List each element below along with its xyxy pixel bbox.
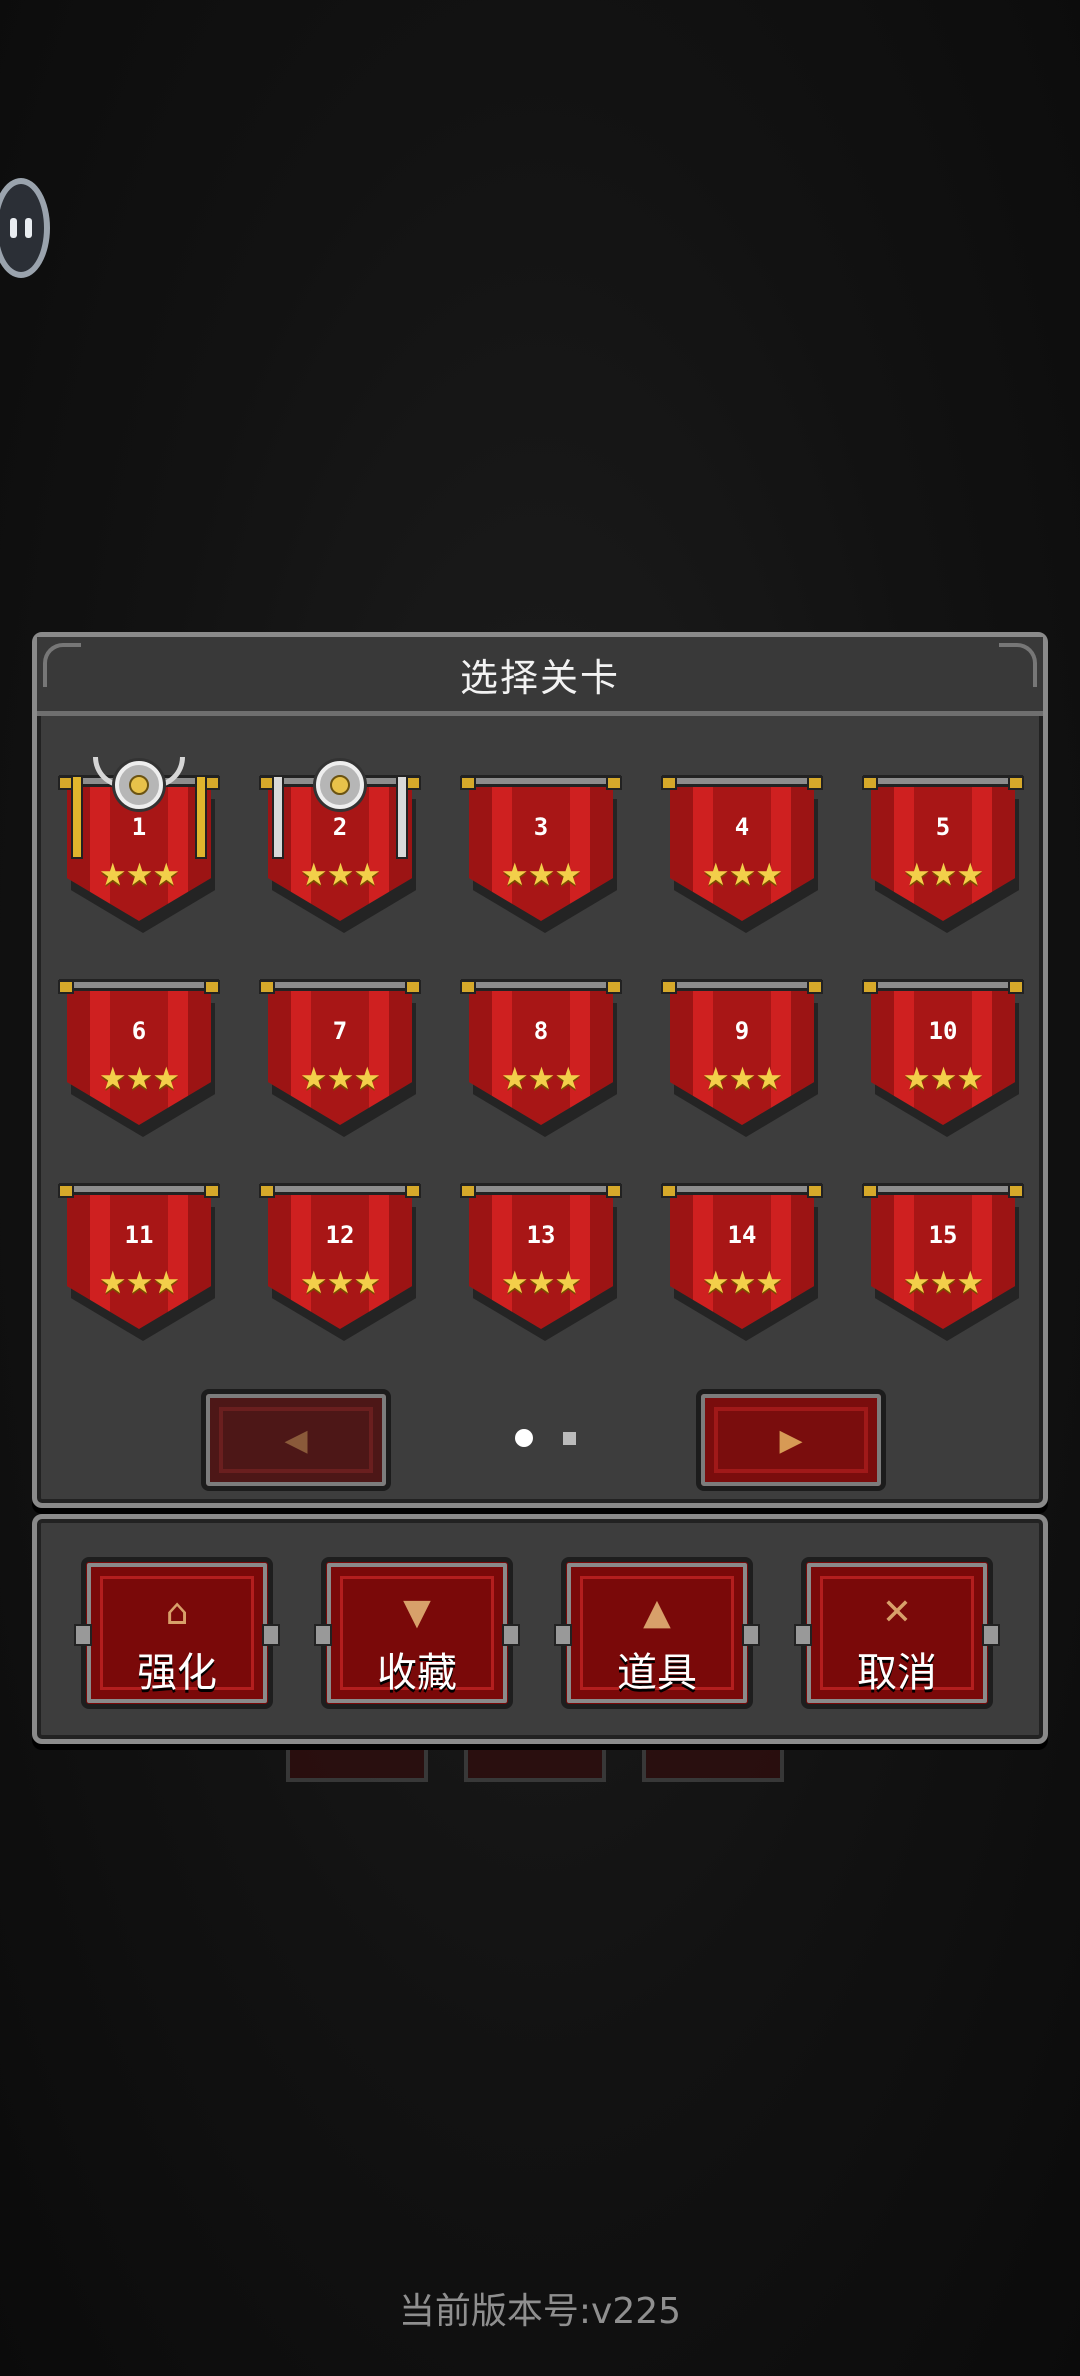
level-number: 14 <box>727 1221 757 1249</box>
level-banner-2[interactable]: 2 ★★★ <box>259 761 421 933</box>
star-rating: ★★★ <box>701 1061 783 1097</box>
star-rating: ★★★ <box>98 857 180 893</box>
star-rating: ★★★ <box>902 857 984 893</box>
cancel-button[interactable]: ✕ 取消 <box>794 1557 1000 1709</box>
banner-rod <box>259 1183 421 1198</box>
level-banner-11[interactable]: 11 ★★★ <box>58 1183 220 1341</box>
banner-rod <box>862 979 1024 994</box>
level-number: 12 <box>325 1221 355 1249</box>
star-rating: ★★★ <box>299 1061 381 1097</box>
page-dot <box>563 1431 576 1445</box>
star-rating: ★★★ <box>98 1061 180 1097</box>
upgrade-button[interactable]: ⌂ 强化 <box>74 1557 280 1709</box>
goblet-icon: ▼ <box>403 1592 431 1633</box>
close-icon: ✕ <box>881 1592 913 1633</box>
level-number: 8 <box>533 1017 549 1045</box>
collection-button[interactable]: ▼ 收藏 <box>314 1557 520 1709</box>
action-panel: ⌂ 强化 ▼ 收藏 ▲ 道具 ✕ 取消 <box>32 1514 1048 1744</box>
level-number: 5 <box>935 813 951 841</box>
items-label: 道具 <box>617 1650 697 1696</box>
banner-rod <box>259 979 421 994</box>
level-grid: 1 ★★★ 2 ★★★ 3 ★★★ 4 ★★★ 5 ★★★ 6 ★★★ 7 ★★★ 8 ★★★ 9 ★★★ 10 ★★… <box>58 757 1024 1341</box>
level-banner-7[interactable]: 7 ★★★ <box>259 979 421 1137</box>
level-number: 9 <box>734 1017 750 1045</box>
medal-icon <box>115 761 163 809</box>
upgrade-label: 强化 <box>137 1650 217 1696</box>
banner-rod <box>460 1183 622 1198</box>
level-banner-3[interactable]: 3 ★★★ <box>460 775 622 933</box>
level-number: 13 <box>526 1221 556 1249</box>
level-banner-13[interactable]: 13 ★★★ <box>460 1183 622 1341</box>
collection-label: 收藏 <box>377 1650 457 1696</box>
corner-ornament-icon <box>43 643 81 687</box>
level-banner-12[interactable]: 12 ★★★ <box>259 1183 421 1341</box>
level-number: 2 <box>332 813 348 841</box>
star-rating: ★★★ <box>299 857 381 893</box>
potion-icon: ▲ <box>643 1592 671 1633</box>
level-number: 15 <box>928 1221 958 1249</box>
level-number: 4 <box>734 813 750 841</box>
star-rating: ★★★ <box>299 1265 381 1301</box>
page-indicator <box>515 1429 576 1447</box>
banner-rod <box>58 1183 220 1198</box>
star-rating: ★★★ <box>98 1265 180 1301</box>
level-number: 3 <box>533 813 549 841</box>
action-bar: ⌂ 强化 ▼ 收藏 ▲ 道具 ✕ 取消 <box>74 1557 1000 1709</box>
banner-rod <box>661 775 823 790</box>
banner-rod <box>661 1183 823 1198</box>
level-number: 10 <box>928 1017 958 1045</box>
level-banner-15[interactable]: 15 ★★★ <box>862 1183 1024 1341</box>
level-number: 7 <box>332 1017 348 1045</box>
level-banner-14[interactable]: 14 ★★★ <box>661 1183 823 1341</box>
pager: ◀ ▶ <box>37 1389 1043 1491</box>
button-frame <box>714 1407 868 1473</box>
assistant-eye-icon <box>25 218 32 238</box>
medal-icon <box>316 761 364 809</box>
banner-rod <box>862 1183 1024 1198</box>
level-banner-1[interactable]: 1 ★★★ <box>58 757 220 933</box>
corner-ornament-icon <box>999 643 1037 687</box>
star-rating: ★★★ <box>500 1265 582 1301</box>
banner-rod <box>460 979 622 994</box>
items-button[interactable]: ▲ 道具 <box>554 1557 760 1709</box>
assistant-eye-icon <box>10 218 17 238</box>
cancel-label: 取消 <box>857 1650 937 1696</box>
level-number: 1 <box>131 813 147 841</box>
star-rating: ★★★ <box>902 1061 984 1097</box>
level-banner-9[interactable]: 9 ★★★ <box>661 979 823 1137</box>
next-page-button[interactable]: ▶ <box>696 1389 886 1491</box>
banner-rod <box>862 775 1024 790</box>
prev-page-button[interactable]: ◀ <box>201 1389 391 1491</box>
star-rating: ★★★ <box>902 1265 984 1301</box>
star-rating: ★★★ <box>701 1265 783 1301</box>
level-banner-6[interactable]: 6 ★★★ <box>58 979 220 1137</box>
banner-rod <box>460 775 622 790</box>
button-frame <box>219 1407 373 1473</box>
level-banner-10[interactable]: 10 ★★★ <box>862 979 1024 1137</box>
level-select-panel: 选择关卡 1 ★★★ 2 ★★★ 3 ★★★ 4 ★★★ 5 ★★★ 6 ★★★ 7 ★★★ 8 ★★★ 9 ★★… <box>32 632 1048 1508</box>
star-rating: ★★★ <box>701 857 783 893</box>
level-banner-5[interactable]: 5 ★★★ <box>862 775 1024 933</box>
star-rating: ★★★ <box>500 857 582 893</box>
star-rating: ★★★ <box>500 1061 582 1097</box>
page-dot-active <box>515 1429 533 1447</box>
banner-rod <box>661 979 823 994</box>
version-label: 当前版本号:v225 <box>398 2291 682 2332</box>
upgrade-icon: ⌂ <box>165 1592 189 1633</box>
level-number: 11 <box>124 1221 154 1249</box>
level-number: 6 <box>131 1017 147 1045</box>
banner-rod <box>58 979 220 994</box>
panel-title: 选择关卡 <box>37 637 1043 716</box>
level-banner-8[interactable]: 8 ★★★ <box>460 979 622 1137</box>
level-banner-4[interactable]: 4 ★★★ <box>661 775 823 933</box>
